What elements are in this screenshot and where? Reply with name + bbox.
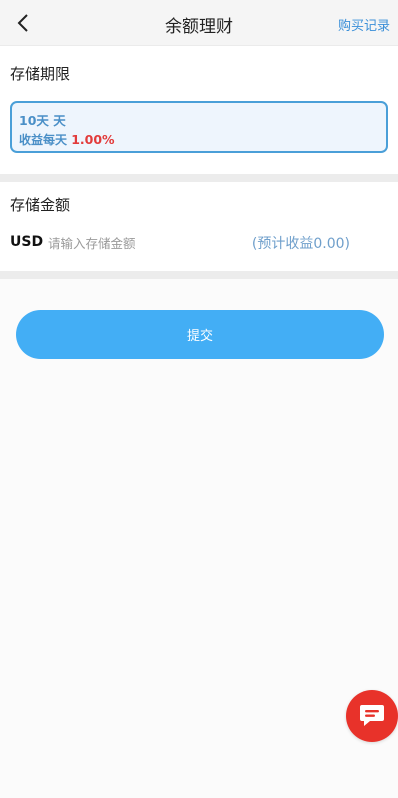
- header-bar: 余额理财 购买记录: [0, 0, 398, 46]
- submit-button[interactable]: 提交: [16, 310, 384, 359]
- period-days-label: 10天 天: [19, 113, 66, 128]
- amount-input[interactable]: [48, 232, 228, 254]
- purchase-record-link[interactable]: 购买记录: [338, 15, 390, 34]
- amount-section: 存储金额 USD (预计收益0.00): [0, 182, 398, 271]
- period-label: 存储期限: [10, 65, 71, 83]
- expected-income: (预计收益0.00): [251, 236, 350, 252]
- rate-prefix: 收益每天: [19, 133, 68, 147]
- chat-button[interactable]: [346, 690, 398, 742]
- chat-icon: [360, 705, 384, 726]
- amount-label: 存储金额: [10, 196, 71, 214]
- currency-label: USD: [10, 234, 44, 250]
- rate-value: 1.00%: [71, 132, 115, 147]
- section-divider: [0, 271, 398, 279]
- period-rate: 收益每天 1.00%: [19, 131, 115, 148]
- period-section: 存储期限 10天 天 收益每天 1.00%: [0, 46, 398, 174]
- period-option[interactable]: 10天 天 收益每天 1.00%: [10, 101, 388, 153]
- section-divider: [0, 174, 398, 182]
